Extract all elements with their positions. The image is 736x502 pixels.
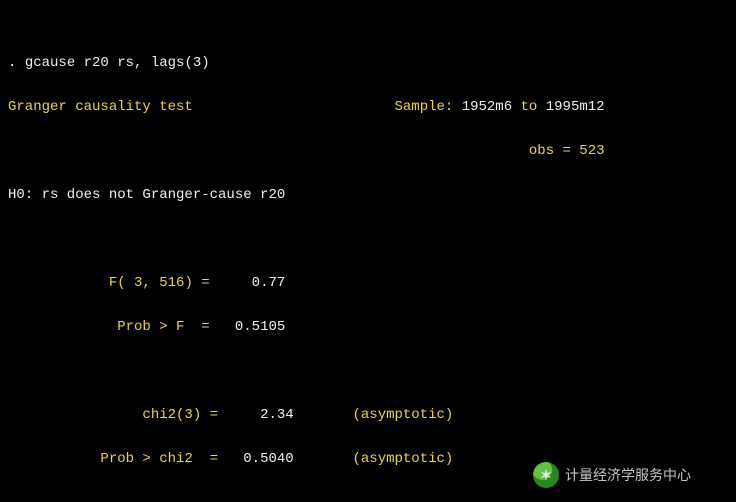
watermark-text: 计量经济学服务中心 [565,464,691,486]
fstat-val: 0.77 [252,275,286,291]
h0: H0: rs does not Granger-cause r20 [8,184,728,206]
probf-label: Prob > F = [117,319,209,335]
granger-title: Granger causality test [8,99,193,115]
chi2-val: 2.34 [260,407,294,423]
sample-to: 1995m12 [546,99,605,115]
chi2-label: chi2(3) = [142,407,218,423]
terminal-output: . gcause r20 rs, lags(3) Granger causali… [0,0,736,502]
wechat-icon: ✶ [533,462,559,488]
blank [8,492,728,502]
asym1: (asymptotic) [352,407,453,423]
blank [8,360,728,382]
command-gcause: gcause r20 rs, lags(3) [25,55,210,71]
pchi2-label: Prob > chi2 = [100,451,218,467]
pchi2-val: 0.5040 [243,451,293,467]
fstat-label: F( 3, 516) = [109,275,210,291]
obs-line: obs = 523 [529,143,605,159]
sample-label: Sample: [394,99,453,115]
spacer [193,99,395,115]
probf-val: 0.5105 [235,319,285,335]
watermark: ✶ 计量经济学服务中心 [533,462,691,488]
blank [8,228,728,250]
prompt: . [8,55,25,71]
sample-to-word: to [521,99,538,115]
spacer [8,143,529,159]
sample-from: 1952m6 [462,99,512,115]
asym2: (asymptotic) [353,451,454,467]
